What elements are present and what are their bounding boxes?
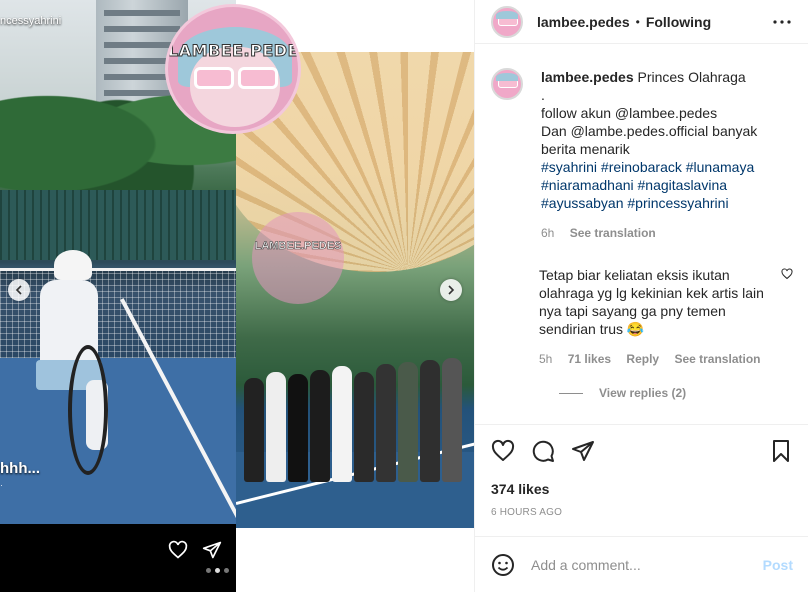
view-replies-button[interactable]: View replies (2) (559, 386, 793, 400)
comment-meta: 5h 71 likes Reply See translation (539, 352, 793, 366)
post-comment-button[interactable]: Post (763, 557, 793, 573)
reply-button[interactable]: Reply (626, 352, 659, 366)
emoji-icon[interactable] (491, 553, 515, 577)
avatar[interactable] (491, 68, 523, 100)
add-comment-input[interactable] (531, 556, 763, 573)
carousel-dot (224, 568, 229, 573)
see-translation-link[interactable]: See translation (674, 352, 760, 366)
video-controls-bar (0, 524, 236, 592)
comment-item: Tetap biar keliatan eksis ikutan olahrag… (491, 266, 793, 366)
post-media: ncessyahrini hhh... · LAMBEE.PEDES LAMBE… (0, 0, 474, 592)
caption-title: Princes Olahraga (637, 69, 746, 85)
overlay-username-text: ncessyahrini (0, 15, 62, 27)
carousel-prev-button[interactable] (8, 279, 30, 301)
tennis-racket (68, 345, 108, 475)
caption-meta: 6h See translation (541, 226, 791, 240)
carousel-dot (206, 568, 211, 573)
heart-icon[interactable] (491, 439, 515, 463)
caption-line: Dan @lambe.pedes.official banyak berita … (541, 123, 758, 157)
overlay-caption-text: hhh... (0, 460, 40, 477)
header-separator: • (635, 14, 640, 29)
caption-hashtags[interactable]: #niaramadhani #nagitaslavina (541, 177, 727, 193)
logo-text: LAMBEE.PEDES (168, 41, 301, 61)
post-timestamp: 6 HOURS AGO (491, 507, 563, 518)
chevron-left-icon (15, 285, 22, 295)
comment-icon[interactable] (531, 439, 555, 463)
post-actions: 374 likes 6 HOURS AGO (475, 424, 808, 518)
bookmark-icon[interactable] (769, 439, 793, 463)
more-options-button[interactable] (770, 10, 794, 34)
send-icon[interactable] (571, 439, 595, 463)
caption-age: 6h (541, 226, 555, 240)
carousel-dot-active (215, 568, 220, 573)
caption-line: follow akun @lambee.pedes (541, 105, 718, 121)
likes-count[interactable]: 374 likes (491, 481, 793, 497)
heart-icon[interactable] (781, 268, 793, 280)
post-caption: lambee.pedes Princes Olahraga . follow a… (491, 68, 793, 240)
group-of-people (240, 352, 472, 482)
caption-hashtags[interactable]: #syahrini #reinobarack #lunamaya (541, 159, 754, 175)
watermark-text: LAMBEE.PEDES (254, 240, 342, 253)
header-username[interactable]: lambee.pedes (537, 14, 630, 30)
carousel-next-button[interactable] (440, 279, 462, 301)
carousel-indicator (206, 568, 229, 573)
add-comment-bar: Post (475, 536, 808, 592)
comments-list[interactable]: lambee.pedes Princes Olahraga . follow a… (475, 52, 808, 424)
see-translation-link[interactable]: See translation (570, 226, 656, 240)
post-details-panel: lambee.pedes • Following lambee.pedes Pr… (474, 0, 808, 592)
more-horizontal-icon (773, 19, 791, 24)
caption-hashtags[interactable]: #ayussabyan #princessyahrini (541, 195, 729, 211)
send-icon[interactable] (202, 540, 222, 560)
comment-likes[interactable]: 71 likes (568, 352, 611, 366)
avatar[interactable] (491, 5, 523, 38)
caption-line: . (541, 87, 545, 103)
watermark-logo: LAMBEE.PEDES (252, 212, 344, 304)
lambee-pedes-logo: LAMBEE.PEDES (165, 4, 301, 134)
caption-username[interactable]: lambee.pedes (541, 69, 634, 85)
heart-icon[interactable] (168, 540, 188, 560)
overlay-caption-sub: · (0, 480, 3, 490)
post-header: lambee.pedes • Following (475, 0, 808, 44)
chevron-right-icon (448, 285, 455, 295)
comment-text: Tetap biar keliatan eksis ikutan olahrag… (539, 267, 764, 337)
following-button[interactable]: Following (646, 14, 711, 30)
comment-age: 5h (539, 352, 553, 366)
